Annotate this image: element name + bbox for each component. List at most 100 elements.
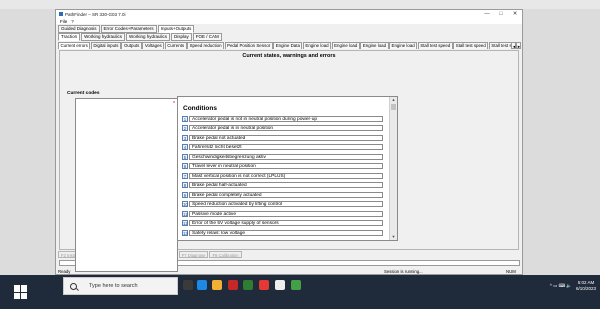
tab-pedal-position-sensor-6[interactable]: Pedal Position Sensor	[224, 42, 273, 49]
title-bar: PathFinder – SR 330-G03 7.0i — □ ✕	[56, 10, 522, 18]
menu-help[interactable]: ?	[71, 19, 74, 24]
close-button[interactable]: ✕	[508, 10, 522, 18]
task-view-icon[interactable]	[183, 280, 193, 290]
tab-speed-reduction-5[interactable]: Speed reduction	[187, 42, 225, 49]
app-red-icon[interactable]	[228, 280, 238, 290]
tab-stall-test-speed-13[interactable]: Stall test speed	[453, 42, 489, 49]
condition-row: 3 Brake pedal not actuated	[182, 134, 383, 141]
clock[interactable]: 5:02 AM 6/10/2023	[576, 280, 596, 292]
tab-engine-load-8[interactable]: Engine load	[302, 42, 332, 49]
condition-row: 7 Mast vertical position is not correct (…	[182, 172, 383, 179]
current-codes-label: Current codes	[67, 91, 100, 96]
tab-guided-diagnosis[interactable]: Guided Diagnosis	[58, 25, 100, 33]
condition-number: 7	[182, 172, 188, 179]
condition-row: 8 Brake pedal half-actuated	[182, 182, 383, 189]
current-codes-marker: *	[173, 101, 175, 107]
taskbar-search[interactable]: Type here to search	[63, 277, 178, 295]
window-title: PathFinder – SR 330-G03 7.0i	[65, 11, 126, 17]
condition-text: Speed reduction activated by lifting con…	[189, 201, 383, 207]
condition-row: 5 Geschwindigkeitsbegrenzung aktiv	[182, 153, 383, 160]
condition-row: 2 Accelerator pedal is in neutral positio…	[182, 125, 383, 132]
section-title: Current states, warnings and errors	[242, 53, 336, 59]
search-icon	[70, 283, 77, 290]
tab-display[interactable]: Display	[170, 33, 192, 41]
file-explorer-icon[interactable]	[212, 280, 222, 290]
maximize-button[interactable]: □	[494, 10, 508, 18]
tab-working-hydraulics-1[interactable]: Working hydraulics	[81, 33, 126, 41]
app-green-icon[interactable]	[243, 280, 253, 290]
tab-inputs-outputs[interactable]: Inputs+Outputs	[157, 25, 195, 33]
app-pdf-icon[interactable]	[259, 280, 269, 290]
scroll-down-button[interactable]: ▼	[390, 234, 397, 240]
current-codes-list[interactable]: *	[75, 98, 178, 272]
condition-text: Brake pedal half-actuated	[189, 182, 383, 188]
tab-currents-4[interactable]: Currents	[164, 42, 187, 49]
condition-text: Brake pedal completely actuated	[189, 191, 383, 198]
window-controls: — □ ✕	[480, 10, 522, 18]
condition-number: 11	[182, 210, 188, 217]
app-icon	[59, 12, 63, 16]
condition-text: Travel lever in neutral position	[189, 163, 383, 169]
condition-row: 11 Passive mode active	[182, 210, 383, 217]
tab-stall-test-speed-12[interactable]: Stall test speed	[417, 42, 453, 49]
conditions-scrollbar[interactable]: ▲ ▼	[389, 97, 397, 240]
taskbar: Type here to search ^ ▭ ⌨ 🔈 5:02 AM 6/10…	[0, 275, 600, 309]
tab-engine-load-10[interactable]: Engine load	[360, 42, 389, 49]
fkey-f8-calibration[interactable]: F8 Calibration	[209, 251, 242, 258]
tab-voltages-3[interactable]: Voltages	[142, 42, 165, 49]
windows-start-icon[interactable]	[14, 285, 28, 299]
menu-bar: File ?	[56, 18, 522, 24]
tab-outputs-2[interactable]: Outputs	[121, 42, 142, 49]
condition-text: Safety relais: low voltage	[189, 229, 383, 236]
condition-number: 2	[182, 125, 188, 131]
condition-number: 3	[182, 134, 188, 141]
tab-current-errors-0[interactable]: Current errors	[58, 42, 91, 49]
tabs-level2: Traction Working hydraulics Working hydr…	[58, 33, 223, 41]
condition-number: 10	[182, 201, 188, 207]
app-lime-icon[interactable]	[291, 280, 301, 290]
condition-row: 10 Speed reduction activated by lifting c…	[182, 201, 383, 208]
condition-number: 1	[182, 115, 188, 122]
condition-number: 9	[182, 191, 188, 198]
tab-digital-inputs-1[interactable]: Digital inputs	[90, 42, 121, 49]
condition-row: 1 Accelerator pedal is not in neutral pos…	[182, 115, 383, 122]
pathfinder-app-icon[interactable]	[275, 280, 285, 290]
clock-date: 6/10/2023	[575, 286, 596, 291]
condition-text: Brake pedal not actuated	[189, 134, 383, 141]
condition-text: Fahrersitz nicht besetzt	[189, 144, 383, 150]
scroll-thumb[interactable]	[391, 104, 396, 110]
tab-traction[interactable]: Traction	[58, 33, 81, 41]
condition-number: 12	[182, 220, 188, 226]
tabs-level3: Current errors Digital inputs Outputs Volta…	[58, 42, 518, 49]
scroll-up-button[interactable]: ▲	[390, 97, 397, 103]
tab-engine-load-9[interactable]: Engine load	[331, 42, 360, 49]
condition-text: Geschwindigkeitsbegrenzung aktiv	[189, 153, 383, 160]
desktop-top-strip	[0, 0, 600, 9]
condition-text: Passive mode active	[189, 210, 383, 217]
tab-error-codes-parameters[interactable]: Error Codes+Parameters	[100, 25, 157, 33]
tab-scroll-right-button[interactable]: ►	[516, 42, 521, 49]
condition-number: 6	[182, 163, 188, 169]
condition-number: 8	[182, 182, 188, 188]
fkey-f7-diagnose[interactable]: F7 Diagnose	[178, 251, 209, 258]
condition-row: 12 Error of the 5V voltage supply of sens…	[182, 220, 383, 227]
condition-number: 5	[182, 153, 188, 160]
condition-number: 4	[182, 144, 188, 150]
condition-row: 6 Travel lever in neutral position	[182, 163, 383, 170]
minimize-button[interactable]: —	[480, 10, 494, 18]
status-ready: Ready	[58, 268, 71, 274]
condition-text: Accelerator pedal is in neutral position	[189, 125, 383, 131]
tabs-level1: Guided Diagnosis Error Codes+Parameters …	[58, 25, 195, 33]
tab-working-hydraulics-2[interactable]: Working hydraulics	[126, 33, 170, 41]
tab-foe-cam[interactable]: FOE / CAM	[192, 33, 222, 41]
edge-icon[interactable]	[197, 280, 207, 290]
tray-icons[interactable]: ^ ▭ ⌨ 🔈	[550, 283, 572, 289]
system-tray: ^ ▭ ⌨ 🔈 5:02 AM 6/10/2023	[547, 277, 596, 295]
condition-row: 9 Brake pedal completely actuated	[182, 191, 383, 198]
tab-engine-data-7[interactable]: Engine Data	[273, 42, 303, 49]
condition-text: Error of the 5V voltage supply of sensor…	[189, 220, 383, 226]
condition-text: Mast vertical position is not correct (L…	[189, 172, 383, 179]
menu-file[interactable]: File	[60, 19, 67, 24]
tab-engine-load-11[interactable]: Engine load	[389, 42, 418, 49]
conditions-title: Conditions	[183, 105, 217, 112]
